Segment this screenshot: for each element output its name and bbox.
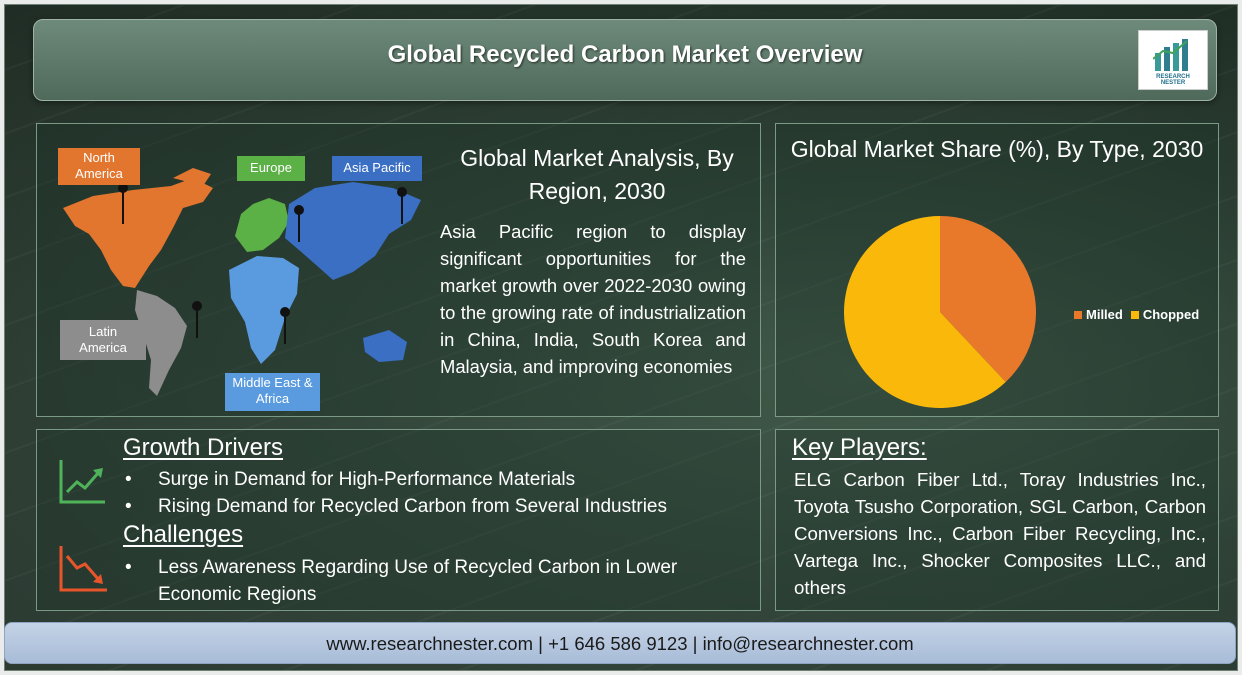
region-analysis-panel: North America Europe Asia Pacific Latin … <box>36 123 761 417</box>
legend-item-chopped: Chopped <box>1130 307 1200 322</box>
challenges-list: Less Awareness Regarding Use of Recycled… <box>123 554 733 608</box>
legend-item-milled: Milled <box>1074 307 1123 322</box>
pie-chart-title: Global Market Share (%), By Type, 2030 <box>790 136 1204 162</box>
drivers-challenges-panel: Growth Drivers Surge in Demand for High-… <box>36 429 761 611</box>
pie-chart <box>844 216 1036 408</box>
label-europe: Europe <box>237 156 305 181</box>
infographic-frame: Global Recycled Carbon Market Overview R… <box>4 4 1238 671</box>
legend-label: Milled <box>1086 307 1123 322</box>
footer-contact-bar: www.researchnester.com | +1 646 586 9123… <box>4 622 1236 664</box>
logo-text: RESEARCH NESTER <box>1156 74 1190 86</box>
key-players-heading: Key Players: <box>792 434 927 461</box>
region-europe <box>235 198 289 252</box>
title-bar: Global Recycled Carbon Market Overview R… <box>33 19 1217 101</box>
region-analysis-description: Asia Pacific region to display significa… <box>440 221 746 377</box>
list-item: Less Awareness Regarding Use of Recycled… <box>123 554 733 608</box>
legend-swatch <box>1074 310 1082 319</box>
legend-swatch <box>1130 310 1139 319</box>
page-title: Global Recycled Carbon Market Overview <box>387 41 863 68</box>
legend-label: Chopped <box>1142 307 1200 322</box>
label-north-america: North America <box>58 148 140 185</box>
footer-contact-text: www.researchnester.com | +1 646 586 9123… <box>326 633 914 654</box>
logo-bars-icon <box>1153 39 1188 71</box>
pie-legend: Milled Chopped <box>1074 307 1199 322</box>
region-australia <box>363 330 407 362</box>
region-north-america <box>63 178 213 288</box>
trend-up-icon <box>59 460 105 504</box>
label-latin-america: Latin America <box>60 320 146 360</box>
market-share-panel: Global Market Share (%), By Type, 2030 M… <box>775 123 1219 417</box>
region-analysis-title: Global Market Analysis, By Region, 2030 <box>460 145 734 204</box>
key-players-text: ELG Carbon Fiber Ltd., Toray Industries … <box>794 469 1206 598</box>
research-nester-logo: RESEARCH NESTER <box>1138 30 1208 90</box>
growth-drivers-heading: Growth Drivers <box>123 434 284 461</box>
trend-down-icon <box>59 546 107 592</box>
list-item: Rising Demand for Recycled Carbon from S… <box>123 493 667 520</box>
growth-drivers-list: Surge in Demand for High-Performance Mat… <box>123 466 667 520</box>
key-players-panel: Key Players: ELG Carbon Fiber Ltd., Tora… <box>775 429 1219 611</box>
list-item: Surge in Demand for High-Performance Mat… <box>123 466 667 493</box>
label-middle-east-africa: Middle East & Africa <box>225 373 320 411</box>
label-asia-pacific: Asia Pacific <box>332 156 422 181</box>
challenges-heading: Challenges <box>123 521 244 548</box>
